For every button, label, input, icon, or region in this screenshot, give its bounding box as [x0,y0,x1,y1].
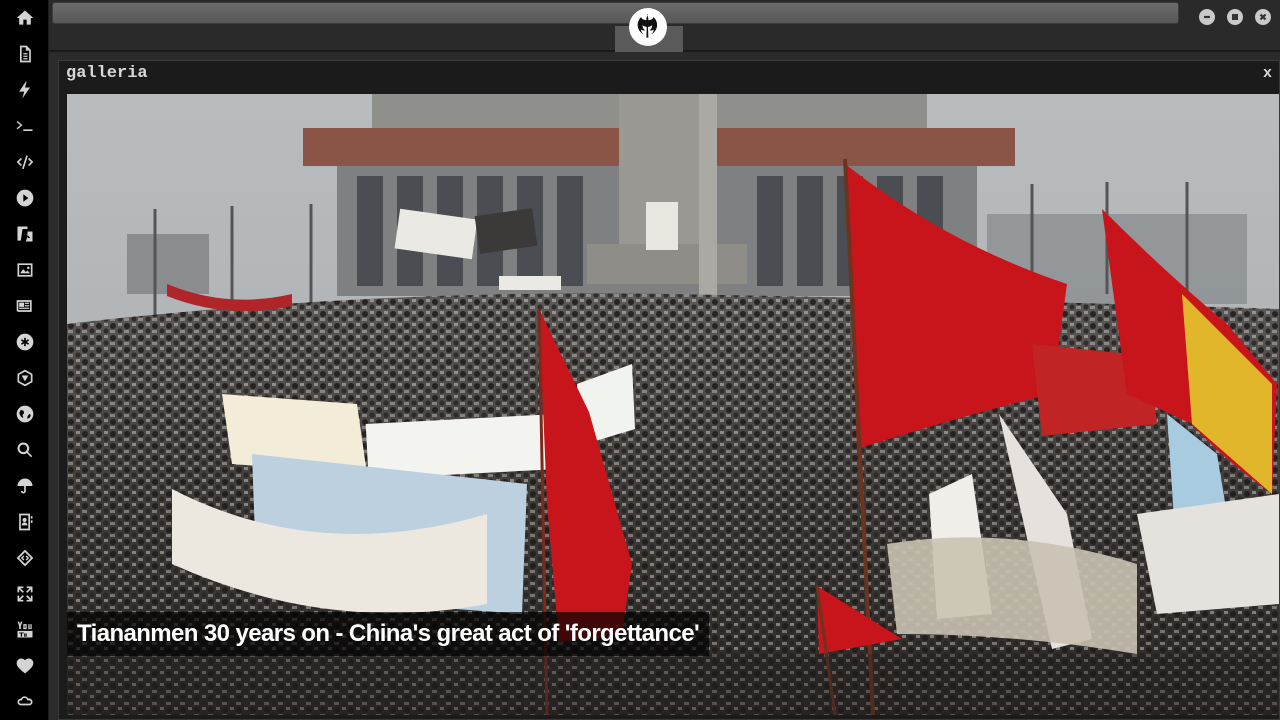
close-button[interactable] [1255,9,1271,25]
gallery-photo[interactable]: Tiananmen 30 years on - China's great ac… [67,94,1279,715]
window-close-button[interactable]: x [1263,65,1272,82]
close-icon [1259,13,1267,21]
newspaper-icon[interactable] [0,288,49,324]
search-icon[interactable] [0,432,49,468]
bolt-icon[interactable] [0,72,49,108]
document-icon[interactable] [0,36,49,72]
maximize-icon [1232,14,1238,20]
rebel-alliance-logo-icon[interactable] [629,8,667,46]
photo-caption: Tiananmen 30 years on - China's great ac… [67,612,710,656]
top-bar [49,0,1280,52]
play-icon[interactable] [0,180,49,216]
maximize-button[interactable] [1227,9,1243,25]
umbrella-icon[interactable] [0,468,49,504]
window-title: galleria [66,64,148,83]
address-bar[interactable] [52,2,1179,24]
globe-icon[interactable] [0,396,49,432]
heart-icon[interactable] [0,648,49,684]
home-icon[interactable] [0,0,49,36]
expand-icon[interactable] [0,576,49,612]
diamond-code-icon[interactable] [0,540,49,576]
asterisk-icon[interactable] [0,324,49,360]
minimize-button[interactable] [1199,9,1215,25]
youtube-icon[interactable] [0,612,49,648]
code-icon[interactable] [0,144,49,180]
hexagon-icon[interactable] [0,360,49,396]
translate-icon[interactable] [0,216,49,252]
minimize-icon [1204,15,1210,19]
galleria-window: galleria x Tiananmen 30 years on - China… [58,60,1280,720]
terminal-icon[interactable] [0,108,49,144]
image-icon[interactable] [0,252,49,288]
side-dock [0,0,49,720]
cloud-icon[interactable] [0,684,49,720]
contact-icon[interactable] [0,504,49,540]
